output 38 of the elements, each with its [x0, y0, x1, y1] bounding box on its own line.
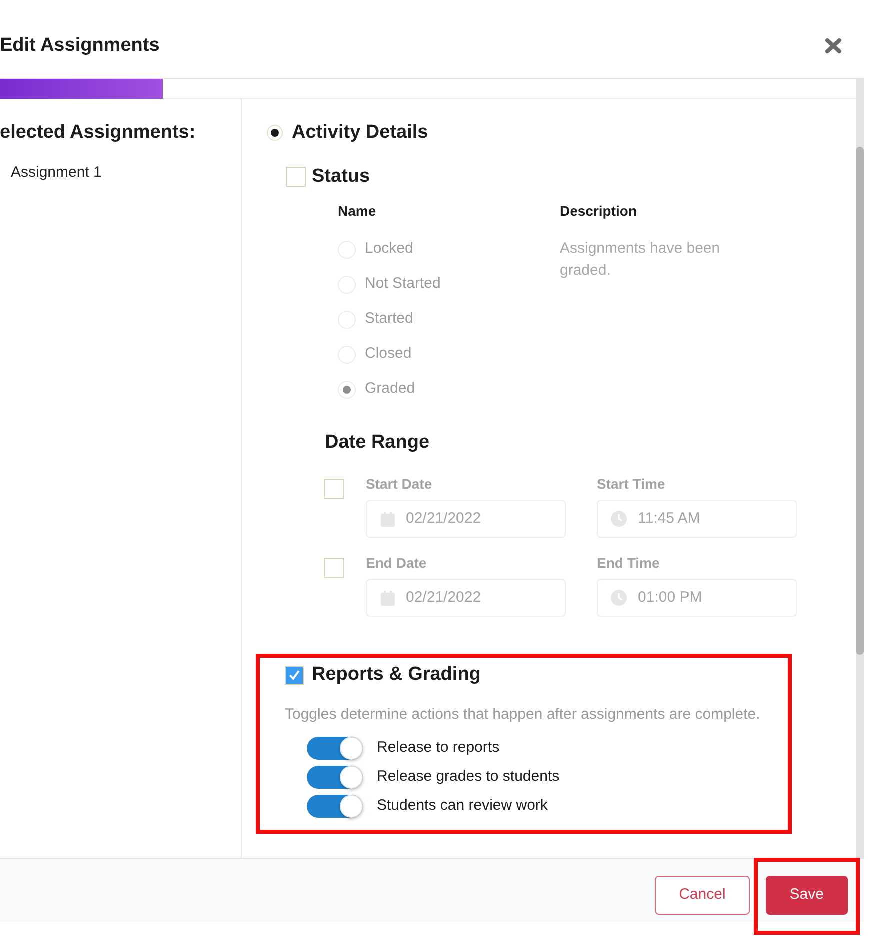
sidebar-heading: elected Assignments:: [0, 122, 197, 144]
column-header: Description: [560, 203, 638, 219]
radio-button[interactable]: [267, 125, 283, 141]
radio-label: Locked: [365, 239, 414, 260]
field-label: End Date: [366, 554, 428, 572]
cancel-button[interactable]: Cancel: [655, 876, 750, 915]
scrollbar-thumb[interactable]: [856, 147, 864, 655]
radio-label: Started: [365, 309, 414, 330]
field-label: Start Time: [597, 474, 666, 494]
field-label: Start Date: [366, 474, 434, 494]
sidebar-item: Assignment 1: [11, 163, 102, 183]
section-title: Activity Details: [292, 120, 428, 145]
toggle-label: Students can review work: [377, 796, 548, 816]
section-title: Reports & Grading: [312, 662, 481, 687]
column-header: Name: [338, 203, 376, 219]
close-icon[interactable]: [825, 38, 842, 54]
radio-label: Graded: [365, 379, 416, 400]
clock-icon: [611, 511, 627, 527]
radio-label: Closed: [365, 344, 412, 364]
calendar-icon: [381, 590, 395, 606]
clock-icon: [611, 590, 627, 606]
section-hint: Toggles determine actions that happen after assignments are complete.: [285, 705, 762, 725]
calendar-icon: [381, 512, 395, 526]
toggle-label: Release grades to students: [377, 767, 560, 788]
checkbox[interactable]: [286, 167, 306, 187]
field-label: End Time: [597, 554, 661, 572]
save-button[interactable]: Save: [766, 876, 848, 915]
toggle-switch[interactable]: [307, 766, 363, 789]
check-icon: [289, 670, 300, 680]
section-title: Status: [312, 164, 370, 189]
window-title: Edit Assignments: [0, 34, 160, 58]
status-description: Assignments have been graded.: [560, 239, 722, 281]
toggle-label: Release to reports: [377, 738, 500, 758]
radio-label: Not Started: [365, 274, 441, 294]
toggle-switch[interactable]: [307, 795, 363, 818]
toggle-switch[interactable]: [307, 737, 363, 760]
checkbox[interactable]: [285, 666, 304, 684]
section-heading: Date Range: [325, 431, 430, 455]
